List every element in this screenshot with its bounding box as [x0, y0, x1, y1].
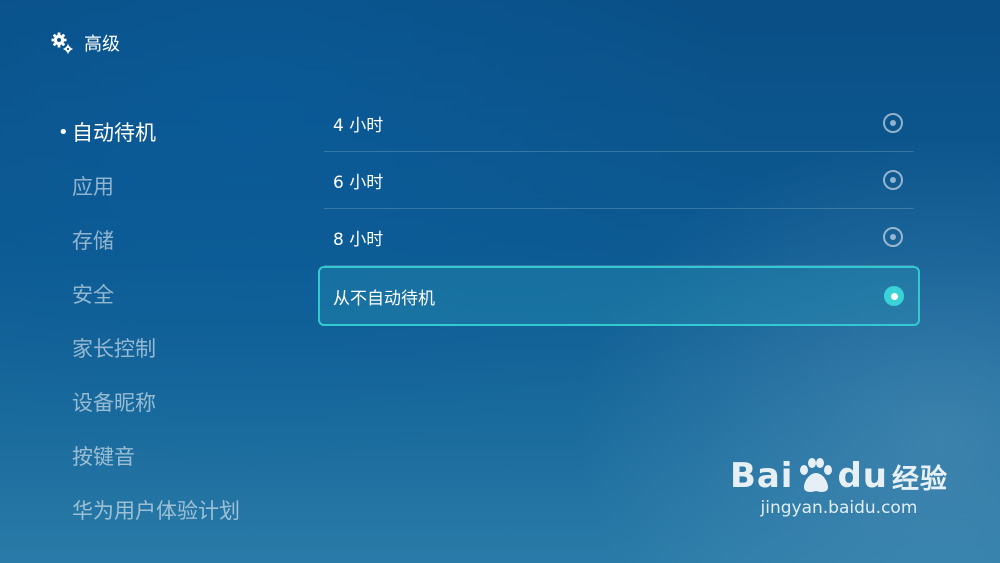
radio-button-selected-icon[interactable] [884, 286, 904, 306]
menu-item-label: 按键音 [72, 445, 135, 469]
menu-item-label: 华为用户体验计划 [72, 499, 240, 523]
baidu-paw-icon [800, 458, 833, 492]
option-label: 从不自动待机 [333, 288, 435, 309]
menu-item-label: 自动待机 [72, 121, 156, 145]
watermark-brand-left: Bai [729, 456, 794, 496]
menu-item-user-experience-program[interactable]: 华为用户体验计划 [58, 491, 240, 545]
watermark-brand-right: du [837, 456, 888, 496]
menu-item-apps[interactable]: 应用 [58, 167, 240, 221]
gear-icon [51, 32, 73, 54]
radio-button-icon[interactable] [883, 227, 903, 247]
option-label: 8 小时 [333, 229, 384, 250]
menu-item-auto-standby[interactable]: • 自动待机 [58, 113, 240, 167]
menu-item-label: 家长控制 [72, 337, 156, 361]
radio-button-icon[interactable] [883, 113, 903, 133]
menu-item-parental-control[interactable]: 家长控制 [58, 329, 240, 383]
active-bullet: • [58, 122, 69, 143]
radio-button-icon[interactable] [883, 170, 903, 190]
menu-item-label: 设备昵称 [72, 391, 156, 415]
settings-menu: • 自动待机 应用 存储 安全 家长控制 设备昵称 按键音 华为用户体验计划 [58, 113, 240, 545]
menu-item-device-nickname[interactable]: 设备昵称 [58, 383, 240, 437]
menu-item-security[interactable]: 安全 [58, 275, 240, 329]
option-4-hours[interactable]: 4 小时 [324, 95, 914, 152]
option-label: 6 小时 [333, 172, 384, 193]
menu-item-label: 应用 [72, 175, 114, 199]
option-6-hours[interactable]: 6 小时 [324, 152, 914, 209]
watermark-url: jingyan.baidu.com [760, 498, 918, 518]
standby-options-list: 4 小时 6 小时 8 小时 从不自动待机 [318, 95, 920, 326]
menu-item-key-sound[interactable]: 按键音 [58, 437, 240, 491]
page-title: 高级 [84, 34, 120, 55]
baidu-jingyan-watermark: Bai du 经验 jingyan.baidu.com [730, 456, 948, 518]
option-never-standby[interactable]: 从不自动待机 [318, 266, 920, 326]
menu-item-label: 安全 [72, 283, 114, 307]
watermark-brand-cn: 经验 [892, 463, 948, 495]
page-header: 高级 [50, 30, 120, 56]
menu-item-label: 存储 [72, 229, 114, 253]
option-label: 4 小时 [333, 115, 384, 136]
option-8-hours[interactable]: 8 小时 [324, 209, 914, 266]
menu-item-storage[interactable]: 存储 [58, 221, 240, 275]
